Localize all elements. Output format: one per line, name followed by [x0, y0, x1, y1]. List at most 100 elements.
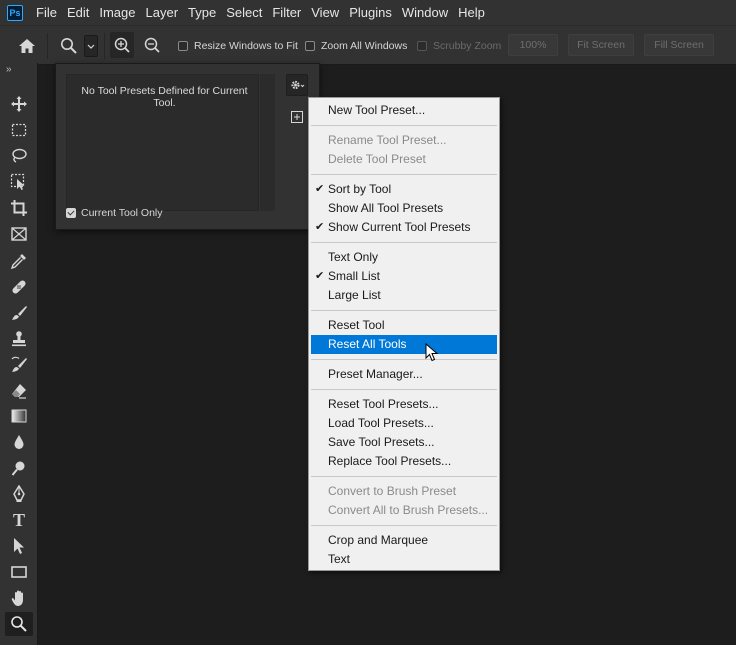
- fit-screen-button[interactable]: Fit Screen: [568, 34, 634, 56]
- menu-filter[interactable]: Filter: [267, 0, 306, 25]
- menu-item-replace-tool-presets[interactable]: Replace Tool Presets...: [309, 452, 499, 471]
- menu-type[interactable]: Type: [183, 0, 221, 25]
- menu-view[interactable]: View: [306, 0, 344, 25]
- zoom-all-windows-checkbox[interactable]: Zoom All Windows: [305, 39, 407, 53]
- menu-item-text[interactable]: Text: [309, 550, 499, 569]
- current-tool-only-checkbox[interactable]: Current Tool Only: [66, 207, 163, 219]
- checkmark-icon: ✔: [315, 221, 325, 233]
- zoom-out-icon: [144, 37, 160, 53]
- type-tool[interactable]: T: [5, 508, 33, 532]
- menu-separator: [309, 237, 499, 248]
- type-icon: T: [12, 509, 25, 530]
- menu-separator: [309, 471, 499, 482]
- checkbox-box: [305, 41, 315, 51]
- options-bar: Resize Windows to Fit Zoom All Windows S…: [0, 25, 736, 65]
- eraser-icon: [12, 384, 26, 399]
- zoom-100-button[interactable]: 100%: [508, 34, 558, 56]
- menu-item-load-tool-presets[interactable]: Load Tool Presets...: [309, 414, 499, 433]
- zoom-out-button[interactable]: [140, 32, 164, 58]
- menu-item-convert-to-brush-preset[interactable]: Convert to Brush Preset: [309, 482, 499, 501]
- current-tool-only-label: Current Tool Only: [81, 207, 163, 219]
- menu-item-reset-tool[interactable]: Reset Tool: [309, 316, 499, 335]
- collapse-panel-icon[interactable]: »: [6, 64, 11, 75]
- object-selection-tool[interactable]: [5, 170, 33, 194]
- scrubby-zoom-checkbox[interactable]: Scrubby Zoom: [417, 39, 501, 53]
- frame-icon: [11, 227, 27, 241]
- path-selection-tool[interactable]: [5, 534, 33, 558]
- menu-separator: [309, 354, 499, 365]
- menu-item-sort-by-tool[interactable]: ✔ Sort by Tool: [309, 180, 499, 199]
- menu-item-small-list[interactable]: ✔ Small List: [309, 267, 499, 286]
- healing-brush-tool[interactable]: [5, 275, 33, 299]
- checkbox-checked: [66, 208, 76, 218]
- menu-item-show-all-tool-presets[interactable]: Show All Tool Presets: [309, 199, 499, 218]
- menu-help[interactable]: Help: [453, 0, 490, 25]
- menu-item-reset-tool-presets[interactable]: Reset Tool Presets...: [309, 395, 499, 414]
- blur-tool[interactable]: [5, 430, 33, 454]
- move-tool[interactable]: [5, 92, 33, 116]
- menu-item-large-list[interactable]: Large List: [309, 286, 499, 305]
- object-selection-icon: [10, 173, 25, 190]
- eraser-tool[interactable]: [5, 379, 33, 403]
- menu-item-show-current-tool-presets[interactable]: ✔ Show Current Tool Presets: [309, 218, 499, 237]
- history-brush-tool[interactable]: [5, 353, 33, 377]
- zoom-icon: [11, 616, 27, 632]
- menu-item-crop-and-marquee[interactable]: Crop and Marquee: [309, 531, 499, 550]
- menu-item-delete-tool-preset[interactable]: Delete Tool Preset: [309, 150, 499, 169]
- menu-window[interactable]: Window: [397, 0, 453, 25]
- menu-item-reset-all-tools[interactable]: Reset All Tools: [311, 335, 497, 354]
- gradient-tool[interactable]: [5, 404, 33, 428]
- gear-icon: [291, 80, 305, 90]
- fill-screen-button[interactable]: Fill Screen: [644, 34, 714, 56]
- menu-item-rename-tool-preset[interactable]: Rename Tool Preset...: [309, 131, 499, 150]
- marquee-tool[interactable]: [5, 118, 33, 142]
- crop-tool[interactable]: [5, 196, 33, 220]
- frame-tool[interactable]: [5, 222, 33, 246]
- menu-item-convert-all-to-brush-presets[interactable]: Convert All to Brush Presets...: [309, 501, 499, 520]
- menu-item-text-only[interactable]: Text Only: [309, 248, 499, 267]
- dodge-tool[interactable]: [5, 456, 33, 480]
- brush-tool[interactable]: [5, 301, 33, 325]
- preset-scrollbar[interactable]: [260, 74, 275, 211]
- home-icon[interactable]: [17, 37, 37, 55]
- hand-icon: [11, 590, 23, 606]
- menu-item-new-tool-preset[interactable]: New Tool Preset...: [309, 101, 499, 120]
- menu-item-label: Small List: [328, 269, 381, 283]
- menu-plugins[interactable]: Plugins: [344, 0, 397, 25]
- preset-list[interactable]: No Tool Presets Defined for Current Tool…: [66, 74, 259, 211]
- menu-layer[interactable]: Layer: [141, 0, 184, 25]
- panel-menu-button[interactable]: [286, 74, 308, 96]
- new-preset-icon[interactable]: [291, 110, 303, 123]
- menu-item-preset-manager[interactable]: Preset Manager...: [309, 365, 499, 384]
- chevron-down-icon[interactable]: [84, 35, 98, 57]
- pen-icon: [13, 485, 25, 502]
- dodge-icon: [11, 461, 25, 476]
- menu-item-save-tool-presets[interactable]: Save Tool Presets...: [309, 433, 499, 452]
- tool-preset-picker[interactable]: [54, 32, 98, 60]
- move-icon: [11, 96, 27, 112]
- zoom-tool[interactable]: [5, 612, 33, 636]
- no-presets-message: No Tool Presets Defined for Current Tool…: [81, 85, 248, 109]
- pen-tool[interactable]: [5, 482, 33, 506]
- menu-separator: [309, 384, 499, 395]
- gradient-icon: [11, 409, 27, 423]
- zoom-all-windows-label: Zoom All Windows: [321, 40, 408, 52]
- history-brush-icon: [11, 356, 27, 372]
- menu-edit[interactable]: Edit: [62, 0, 94, 25]
- rectangle-tool[interactable]: [5, 560, 33, 584]
- resize-windows-label: Resize Windows to Fit: [194, 40, 298, 52]
- menu-image[interactable]: Image: [94, 0, 140, 25]
- tool-presets-context-menu: New Tool Preset... Rename Tool Preset...…: [308, 97, 500, 571]
- scrubby-zoom-label: Scrubby Zoom: [433, 40, 502, 52]
- tools-panel: » T: [0, 63, 38, 645]
- resize-windows-checkbox[interactable]: Resize Windows to Fit: [178, 39, 298, 53]
- brush-icon: [12, 306, 27, 320]
- zoom-in-button[interactable]: [110, 32, 134, 58]
- hand-tool[interactable]: [5, 586, 33, 610]
- clone-stamp-tool[interactable]: [5, 327, 33, 351]
- menu-select[interactable]: Select: [221, 0, 267, 25]
- lasso-tool[interactable]: [5, 144, 33, 168]
- eyedropper-tool[interactable]: [5, 249, 33, 273]
- menu-file[interactable]: File: [31, 0, 62, 25]
- separator: [104, 33, 105, 59]
